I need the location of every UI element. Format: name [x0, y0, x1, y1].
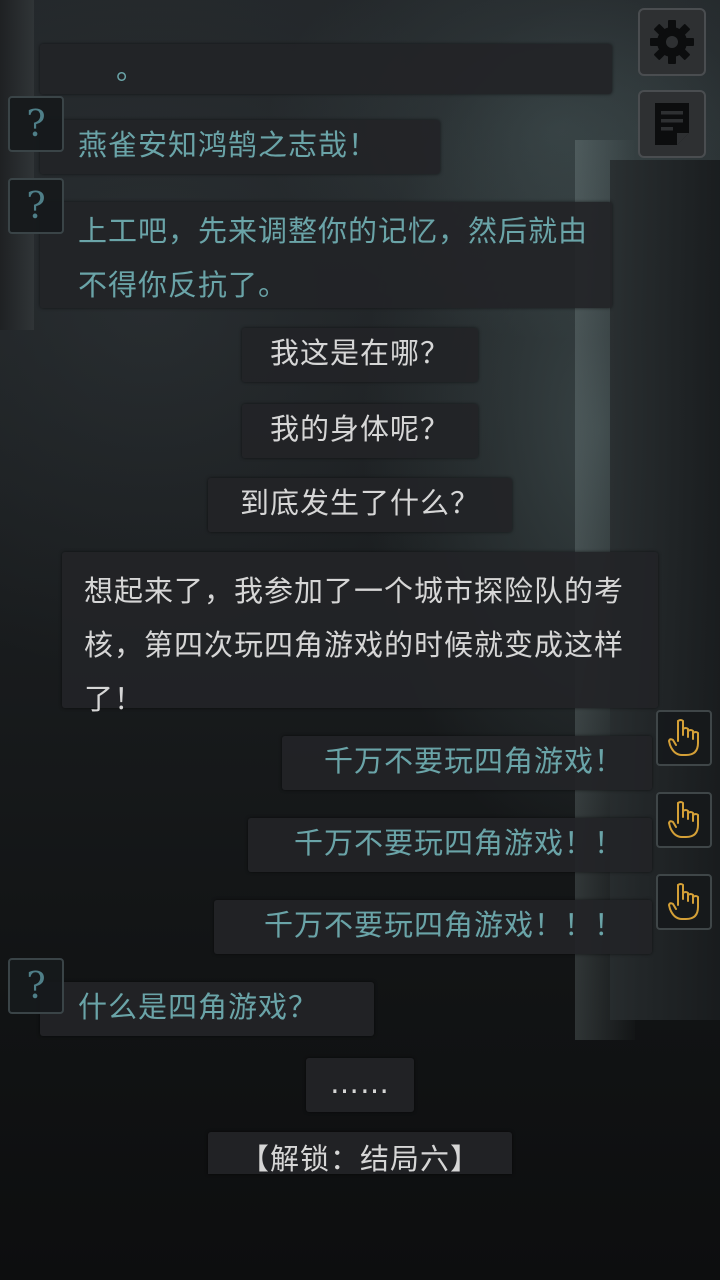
- message-text: 我的身体呢？: [269, 412, 450, 446]
- notepad-icon: [655, 103, 689, 145]
- question-mark-icon[interactable]: ?: [8, 96, 64, 152]
- warning-message: 千万不要玩四角游戏！！！: [214, 900, 652, 954]
- player-choice: ……: [306, 1058, 414, 1112]
- message-text: 想起来了，我参加了一个城市探险队的考核，第四次玩四角游戏的时候就变成这样了！: [84, 574, 625, 716]
- message-text: 到底发生了什么？: [239, 486, 480, 520]
- question-mark-icon[interactable]: ?: [8, 958, 64, 1014]
- message-text: 什么是四角游戏？: [78, 990, 319, 1024]
- player-choice: 我的身体呢？: [242, 404, 478, 458]
- pointing-hand-icon[interactable]: [656, 710, 712, 766]
- message-text: 上工吧，先来调整你的记忆，然后就由不得你反抗了。: [78, 214, 589, 302]
- player-choice: 我这是在哪？: [242, 328, 478, 382]
- player-choice: 到底发生了什么？: [208, 478, 512, 532]
- npc-message: 。: [40, 44, 612, 94]
- message-text: 燕雀安知鸿鹄之志哉！: [78, 128, 379, 162]
- message-text: 我这是在哪？: [269, 336, 450, 370]
- npc-message: 燕雀安知鸿鹄之志哉！: [40, 120, 440, 174]
- message-text: ……: [330, 1066, 390, 1100]
- gear-icon: [650, 20, 694, 64]
- settings-button[interactable]: [638, 8, 706, 76]
- player-message: 想起来了，我参加了一个城市探险队的考核，第四次玩四角游戏的时候就变成这样了！: [62, 552, 658, 716]
- message-text: 千万不要玩四角游戏！！！: [263, 908, 624, 942]
- npc-message: 上工吧，先来调整你的记忆，然后就由不得你反抗了。: [40, 202, 612, 308]
- warning-message: 千万不要玩四角游戏！！: [248, 818, 652, 872]
- system-message: 【解锁：结局六】: [208, 1132, 512, 1174]
- npc-message: 什么是四角游戏？: [40, 982, 374, 1036]
- log-button[interactable]: [638, 90, 706, 158]
- pointing-hand-icon[interactable]: [656, 874, 712, 930]
- question-mark-icon[interactable]: ?: [8, 178, 64, 234]
- background-post: [0, 0, 34, 330]
- message-text: 千万不要玩四角游戏！！: [293, 826, 624, 860]
- message-text: 【解锁：结局六】: [239, 1142, 480, 1174]
- message-text: 千万不要玩四角游戏！: [323, 744, 624, 778]
- message-text: 。: [116, 52, 147, 86]
- warning-message: 千万不要玩四角游戏！: [282, 736, 652, 790]
- pointing-hand-icon[interactable]: [656, 792, 712, 848]
